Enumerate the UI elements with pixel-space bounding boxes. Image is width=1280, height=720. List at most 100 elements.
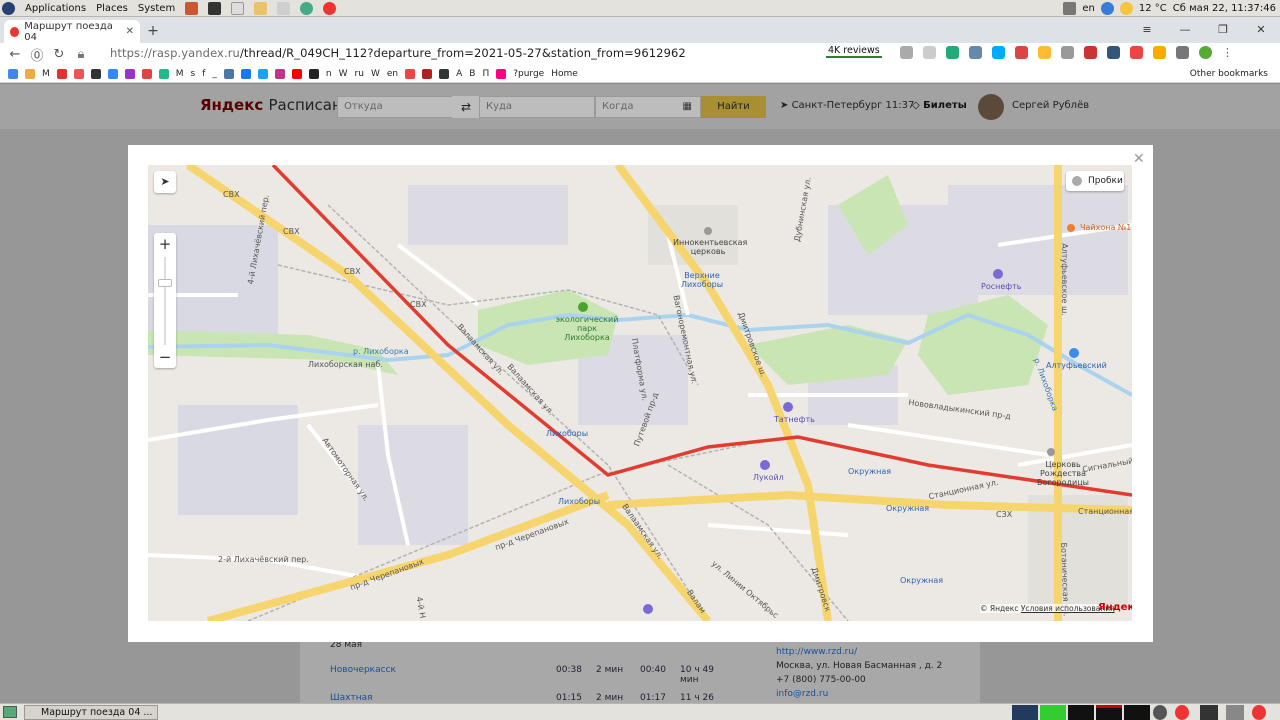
- other-bookmarks[interactable]: Other bookmarks: [1190, 69, 1268, 79]
- fedora-logo-icon[interactable]: [2, 1, 15, 15]
- bookmark-en[interactable]: en: [387, 69, 398, 79]
- locate-me-button[interactable]: ➤: [154, 171, 176, 193]
- tickets-link[interactable]: ◇ Билеты: [912, 100, 967, 111]
- download-icon[interactable]: [1107, 46, 1120, 59]
- minimize-icon[interactable]: —: [1166, 17, 1204, 43]
- owl-icon[interactable]: [946, 46, 959, 59]
- new-tab-button[interactable]: +: [144, 22, 162, 40]
- app-tray-icon[interactable]: [1226, 705, 1244, 720]
- traffic-button[interactable]: Пробки: [1066, 171, 1124, 191]
- youtube-icon[interactable]: [291, 69, 302, 79]
- bookmark-M2[interactable]: M: [176, 69, 184, 79]
- tab-search-icon[interactable]: ≡: [1128, 17, 1166, 43]
- bookmark-B[interactable]: B: [469, 69, 475, 79]
- carrier-website[interactable]: http://www.rzd.ru/: [776, 645, 942, 659]
- bookmark-icon-d[interactable]: [107, 69, 118, 79]
- route-map[interactable]: ➤ + − Пробки СВХ СВХ СВХ СВХ Иннокентьев…: [148, 165, 1132, 621]
- browser-tab[interactable]: Маршрут поезда 04 ✕: [4, 20, 140, 43]
- bookmark-icon-a[interactable]: [56, 69, 67, 79]
- yandex-browser-icon[interactable]: [323, 1, 337, 15]
- volume-icon[interactable]: [1063, 2, 1077, 15]
- menu-system[interactable]: System: [138, 3, 175, 14]
- bookmark-icon-e[interactable]: [124, 69, 135, 79]
- bookmark-W2[interactable]: W: [371, 69, 380, 79]
- bookmark-icon-b[interactable]: [73, 69, 84, 79]
- bookmark-f[interactable]: f: [202, 69, 205, 79]
- bookmark-app-icon[interactable]: [25, 69, 35, 79]
- facebook-icon[interactable]: [240, 69, 251, 79]
- yandex-tray-icon[interactable]: [1175, 705, 1189, 720]
- bookmark-icon-h[interactable]: [439, 69, 450, 79]
- clock[interactable]: Сб мая 22, 11:37:46: [1173, 3, 1276, 14]
- bookmark-s[interactable]: s: [191, 69, 196, 79]
- date-field[interactable]: Когда ▦: [595, 96, 701, 118]
- city-time[interactable]: ➤ Санкт-Петербург 11:37: [780, 100, 914, 111]
- puzzle-icon[interactable]: [1176, 46, 1189, 59]
- station-link[interactable]: Шахтная: [330, 693, 373, 703]
- pocket-icon[interactable]: [1130, 46, 1143, 59]
- taskbar-window-item[interactable]: Маршрут поезда 04 ...: [24, 705, 158, 720]
- instagram-icon[interactable]: [274, 69, 285, 79]
- bookmark-W[interactable]: W: [339, 69, 348, 79]
- calendar-icon[interactable]: ▦: [683, 101, 692, 112]
- text-editor-icon[interactable]: [231, 1, 245, 15]
- keyboard-layout[interactable]: en: [1082, 3, 1095, 14]
- bookmark-A[interactable]: A: [456, 69, 462, 79]
- vk-icon[interactable]: [223, 69, 234, 79]
- notes-icon[interactable]: [254, 1, 268, 15]
- bookmark-underscore[interactable]: _: [212, 69, 217, 79]
- weather-ext-icon[interactable]: [1038, 46, 1051, 59]
- bookmark-icon-c[interactable]: [90, 69, 101, 79]
- maps-icon[interactable]: [158, 69, 169, 79]
- close-modal-icon[interactable]: ✕: [1133, 151, 1145, 167]
- zoom-out-button[interactable]: −: [154, 346, 176, 368]
- station-link[interactable]: Новочеркасск: [330, 665, 396, 675]
- address-bar[interactable]: https://rasp.yandex.ru/thread/R_049CH_11…: [110, 46, 686, 60]
- mail-icon[interactable]: [969, 46, 982, 59]
- google-icon[interactable]: [8, 69, 18, 79]
- swap-direction-button[interactable]: ⇄: [452, 96, 480, 118]
- wallet-icon[interactable]: [1153, 46, 1166, 59]
- yandex-protect-icon[interactable]: ⓪: [26, 45, 48, 64]
- to-field[interactable]: Куда: [479, 96, 595, 118]
- menu-dots-icon[interactable]: ⋮: [1222, 46, 1235, 59]
- user-name[interactable]: Сергей Рублёв: [1012, 100, 1089, 111]
- menu-applications[interactable]: Applications: [25, 3, 86, 14]
- terminal-tray-icon[interactable]: [1200, 705, 1218, 720]
- show-desktop-icon[interactable]: [3, 706, 17, 718]
- network-icon[interactable]: [1100, 2, 1114, 15]
- bookmark-icon-g[interactable]: [422, 69, 433, 79]
- chrome-icon[interactable]: [300, 1, 314, 15]
- back-icon[interactable]: ←: [4, 47, 26, 62]
- gmail-icon[interactable]: [1015, 46, 1028, 59]
- bookmark-icon[interactable]: [900, 46, 913, 59]
- bookmark-icon-f[interactable]: [141, 69, 152, 79]
- close-window-icon[interactable]: ✕: [1242, 17, 1280, 43]
- terminal-icon[interactable]: [208, 1, 222, 15]
- settings-icon[interactable]: [1153, 705, 1167, 720]
- flickr-icon[interactable]: [496, 69, 507, 79]
- twitter-icon[interactable]: [257, 69, 268, 79]
- bookmark-ru[interactable]: ru: [355, 69, 364, 79]
- skype-icon[interactable]: [992, 46, 1005, 59]
- weather-temp[interactable]: 12 °C: [1139, 3, 1167, 14]
- bookmark-purge[interactable]: ?purge: [513, 69, 544, 79]
- bookmark-M[interactable]: M: [42, 69, 50, 79]
- maximize-icon[interactable]: ❐: [1204, 17, 1242, 43]
- menu-places[interactable]: Places: [96, 3, 128, 14]
- avatar[interactable]: [978, 94, 1004, 120]
- files-icon[interactable]: [277, 1, 291, 15]
- pocket-bm-icon[interactable]: [405, 69, 416, 79]
- yandex-tray-icon-2[interactable]: [1252, 705, 1266, 720]
- zoom-slider-handle[interactable]: [158, 279, 172, 287]
- scissors-icon[interactable]: [1084, 46, 1097, 59]
- bookmark-P[interactable]: П: [482, 69, 489, 79]
- carrier-email[interactable]: info@rzd.ru: [776, 687, 942, 701]
- from-field[interactable]: Откуда: [337, 96, 453, 118]
- find-button[interactable]: Найти: [701, 96, 766, 118]
- app-launcher-icon[interactable]: [185, 1, 199, 15]
- zoom-slider[interactable]: [164, 257, 166, 345]
- bookmark-n[interactable]: n: [326, 69, 332, 79]
- reload-icon[interactable]: ↻: [48, 47, 70, 62]
- reviews-badge[interactable]: 4K reviews: [826, 45, 882, 58]
